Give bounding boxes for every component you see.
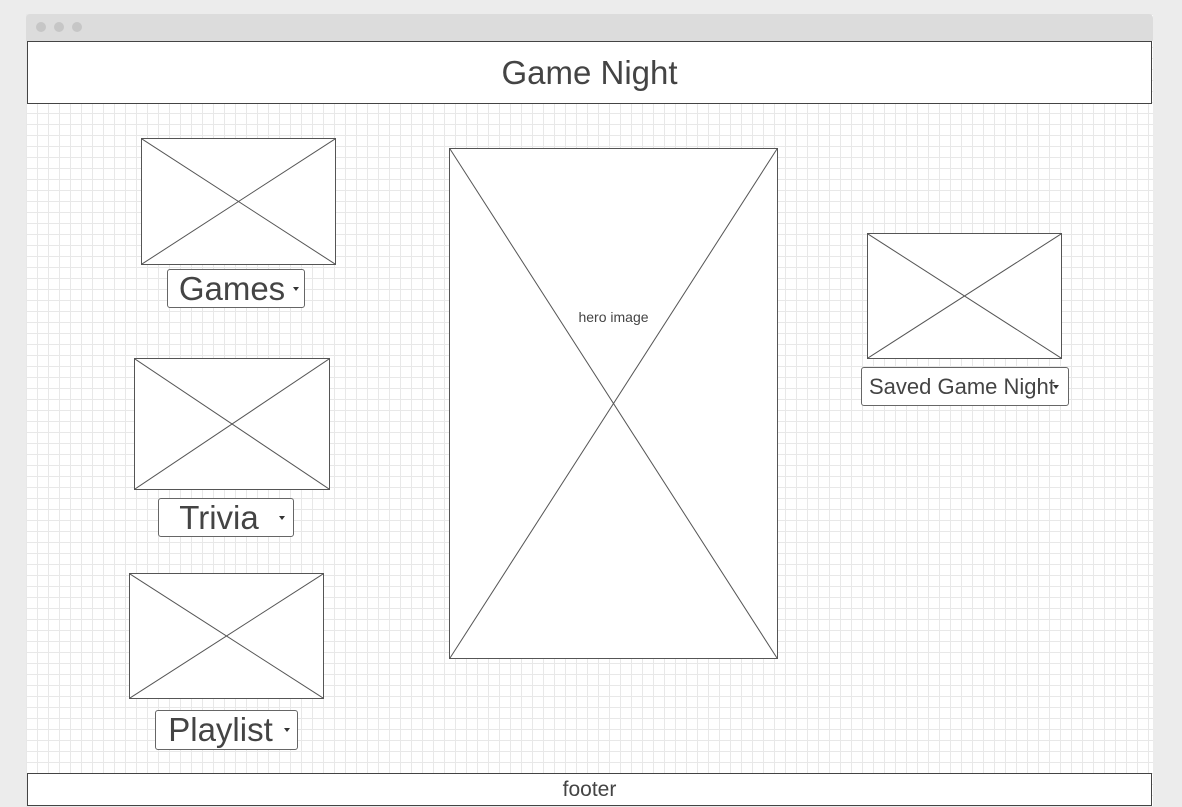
trivia-dropdown-label: Trivia: [179, 498, 259, 536]
saved-game-night-image-placeholder: [867, 233, 1062, 359]
window-titlebar: [26, 14, 1153, 41]
games-dropdown-label: Games: [178, 269, 286, 307]
games-image-placeholder: [141, 138, 336, 265]
chevron-down-icon: [293, 286, 299, 291]
games-dropdown[interactable]: Games: [167, 269, 305, 308]
playlist-dropdown-label: Playlist: [168, 711, 273, 748]
page-header: Game Night: [27, 41, 1152, 104]
trivia-dropdown[interactable]: Trivia: [158, 498, 294, 537]
chevron-down-icon: [279, 515, 285, 520]
playlist-dropdown[interactable]: Playlist: [155, 710, 298, 750]
trivia-image-placeholder: [134, 358, 330, 490]
saved-game-night-dropdown[interactable]: Saved Game Night: [861, 367, 1069, 406]
chevron-down-icon: [1053, 384, 1059, 389]
window-control-dot-1[interactable]: [36, 22, 46, 32]
chevron-down-icon: [284, 728, 290, 732]
browser-window: Game Night Games Trivia Playlist hero im…: [26, 14, 1153, 807]
hero-image-placeholder: hero image: [449, 148, 778, 659]
window-control-dot-2[interactable]: [54, 22, 64, 32]
footer-label: footer: [562, 777, 617, 801]
hero-image-label: hero image: [578, 309, 649, 325]
window-control-dot-3[interactable]: [72, 22, 82, 32]
playlist-image-placeholder: [129, 573, 324, 699]
page-footer: footer: [27, 773, 1152, 806]
page-title: Game Night: [501, 53, 678, 91]
saved-game-night-dropdown-label: Saved Game Night: [869, 373, 1055, 399]
